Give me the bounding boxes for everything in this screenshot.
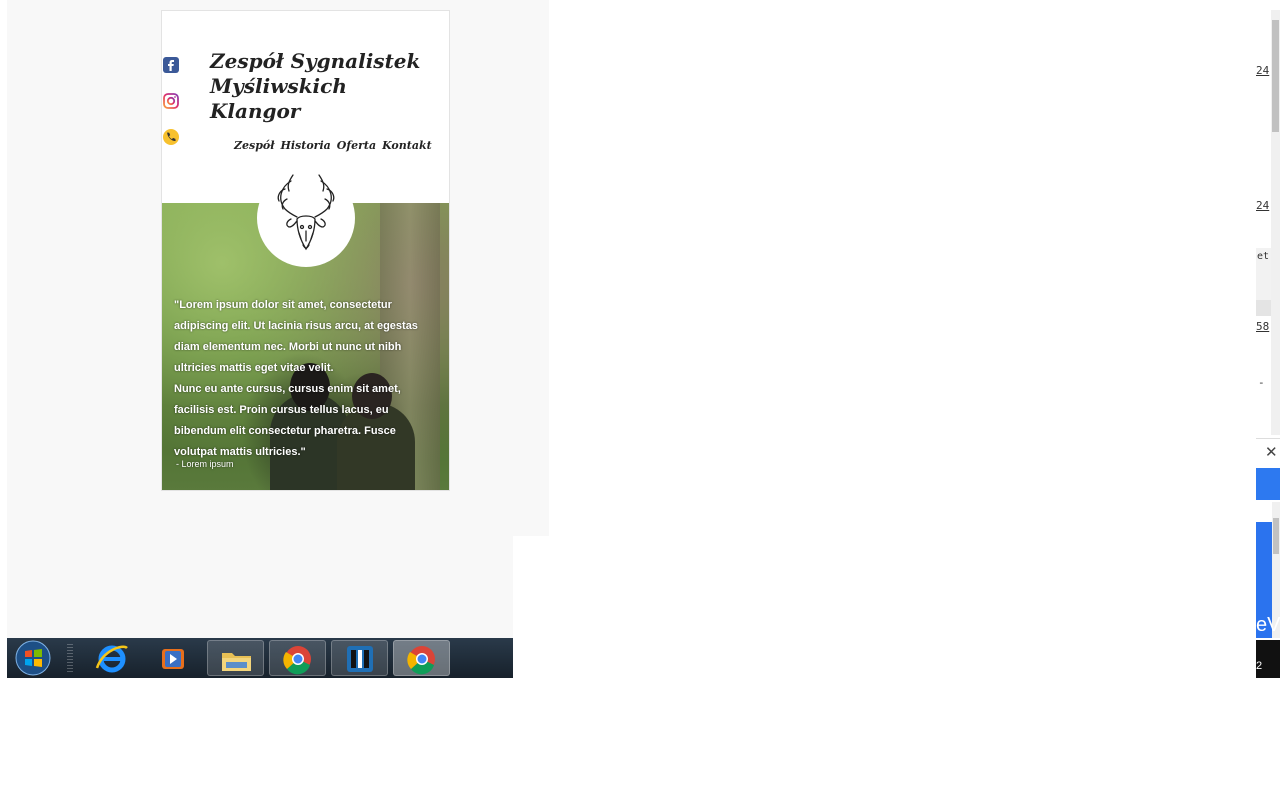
facebook-icon[interactable] bbox=[162, 56, 180, 74]
site-nav: Zespół Historia Oferta Kontakt bbox=[234, 139, 432, 152]
scrollbar-thumb[interactable] bbox=[1272, 20, 1279, 132]
file-explorer-task[interactable] bbox=[207, 640, 264, 676]
edge-link-3[interactable]: 58 bbox=[1256, 320, 1269, 333]
edge-link-2[interactable]: 24 bbox=[1256, 199, 1269, 212]
instagram-icon[interactable] bbox=[162, 92, 180, 110]
nav-item-kontakt[interactable]: Kontakt bbox=[382, 139, 432, 152]
internet-explorer-icon bbox=[95, 645, 128, 673]
quote-paragraph-1: "Lorem ipsum dolor sit amet, consectetur… bbox=[174, 299, 418, 374]
close-icon[interactable]: ✕ bbox=[1265, 443, 1278, 461]
chrome-task-2[interactable] bbox=[393, 640, 450, 676]
quote-author: - Lorem ipsum bbox=[176, 459, 234, 469]
site-title: Zespół Sygnalistek Myśliwskich Klangor bbox=[210, 49, 421, 123]
tray-clock-fragment: 2 bbox=[1256, 660, 1263, 672]
scrollbar-thumb-2[interactable] bbox=[1273, 518, 1279, 554]
nav-item-oferta[interactable]: Oferta bbox=[337, 139, 376, 152]
file-explorer-icon bbox=[222, 653, 251, 671]
blue-banner[interactable] bbox=[1256, 468, 1280, 500]
chrome-task-1[interactable] bbox=[269, 640, 326, 676]
blue-panel: eV bbox=[1256, 522, 1280, 638]
chrome-icon bbox=[283, 646, 311, 675]
taskbar-grip[interactable] bbox=[67, 644, 73, 672]
panel-header: ✕ bbox=[1256, 438, 1280, 467]
nav-item-zespol[interactable]: Zespół bbox=[234, 139, 274, 152]
deer-head-icon bbox=[277, 174, 335, 251]
edge-code-band-2 bbox=[1256, 300, 1271, 316]
quote-paragraph-2: Nunc eu ante cursus, cursus enim sit ame… bbox=[174, 383, 401, 458]
website-preview: Zespół Sygnalistek Myśliwskich Klangor Z… bbox=[161, 10, 450, 491]
taskbar-tray-edge: 2 bbox=[1256, 640, 1280, 678]
edge-code-text: et bbox=[1257, 251, 1270, 262]
media-player-task[interactable] bbox=[145, 640, 202, 676]
chrome-icon bbox=[407, 646, 435, 675]
edge-link-1[interactable]: 24 bbox=[1256, 64, 1269, 77]
app-task[interactable] bbox=[331, 640, 388, 676]
nav-item-historia[interactable]: Historia bbox=[280, 139, 330, 152]
start-button[interactable] bbox=[13, 639, 53, 677]
edge-dash: - bbox=[1258, 376, 1265, 389]
internet-explorer-task[interactable] bbox=[83, 640, 140, 676]
media-player-icon bbox=[162, 649, 184, 669]
windows-taskbar bbox=[7, 638, 513, 678]
app-icon bbox=[347, 646, 373, 672]
blue-panel-text: eV bbox=[1256, 614, 1280, 636]
browser-viewport-lower bbox=[7, 536, 513, 638]
deer-logo bbox=[257, 169, 355, 267]
hero-quote: "Lorem ipsum dolor sit amet, consectetur… bbox=[174, 295, 436, 463]
phone-icon[interactable] bbox=[162, 128, 180, 146]
